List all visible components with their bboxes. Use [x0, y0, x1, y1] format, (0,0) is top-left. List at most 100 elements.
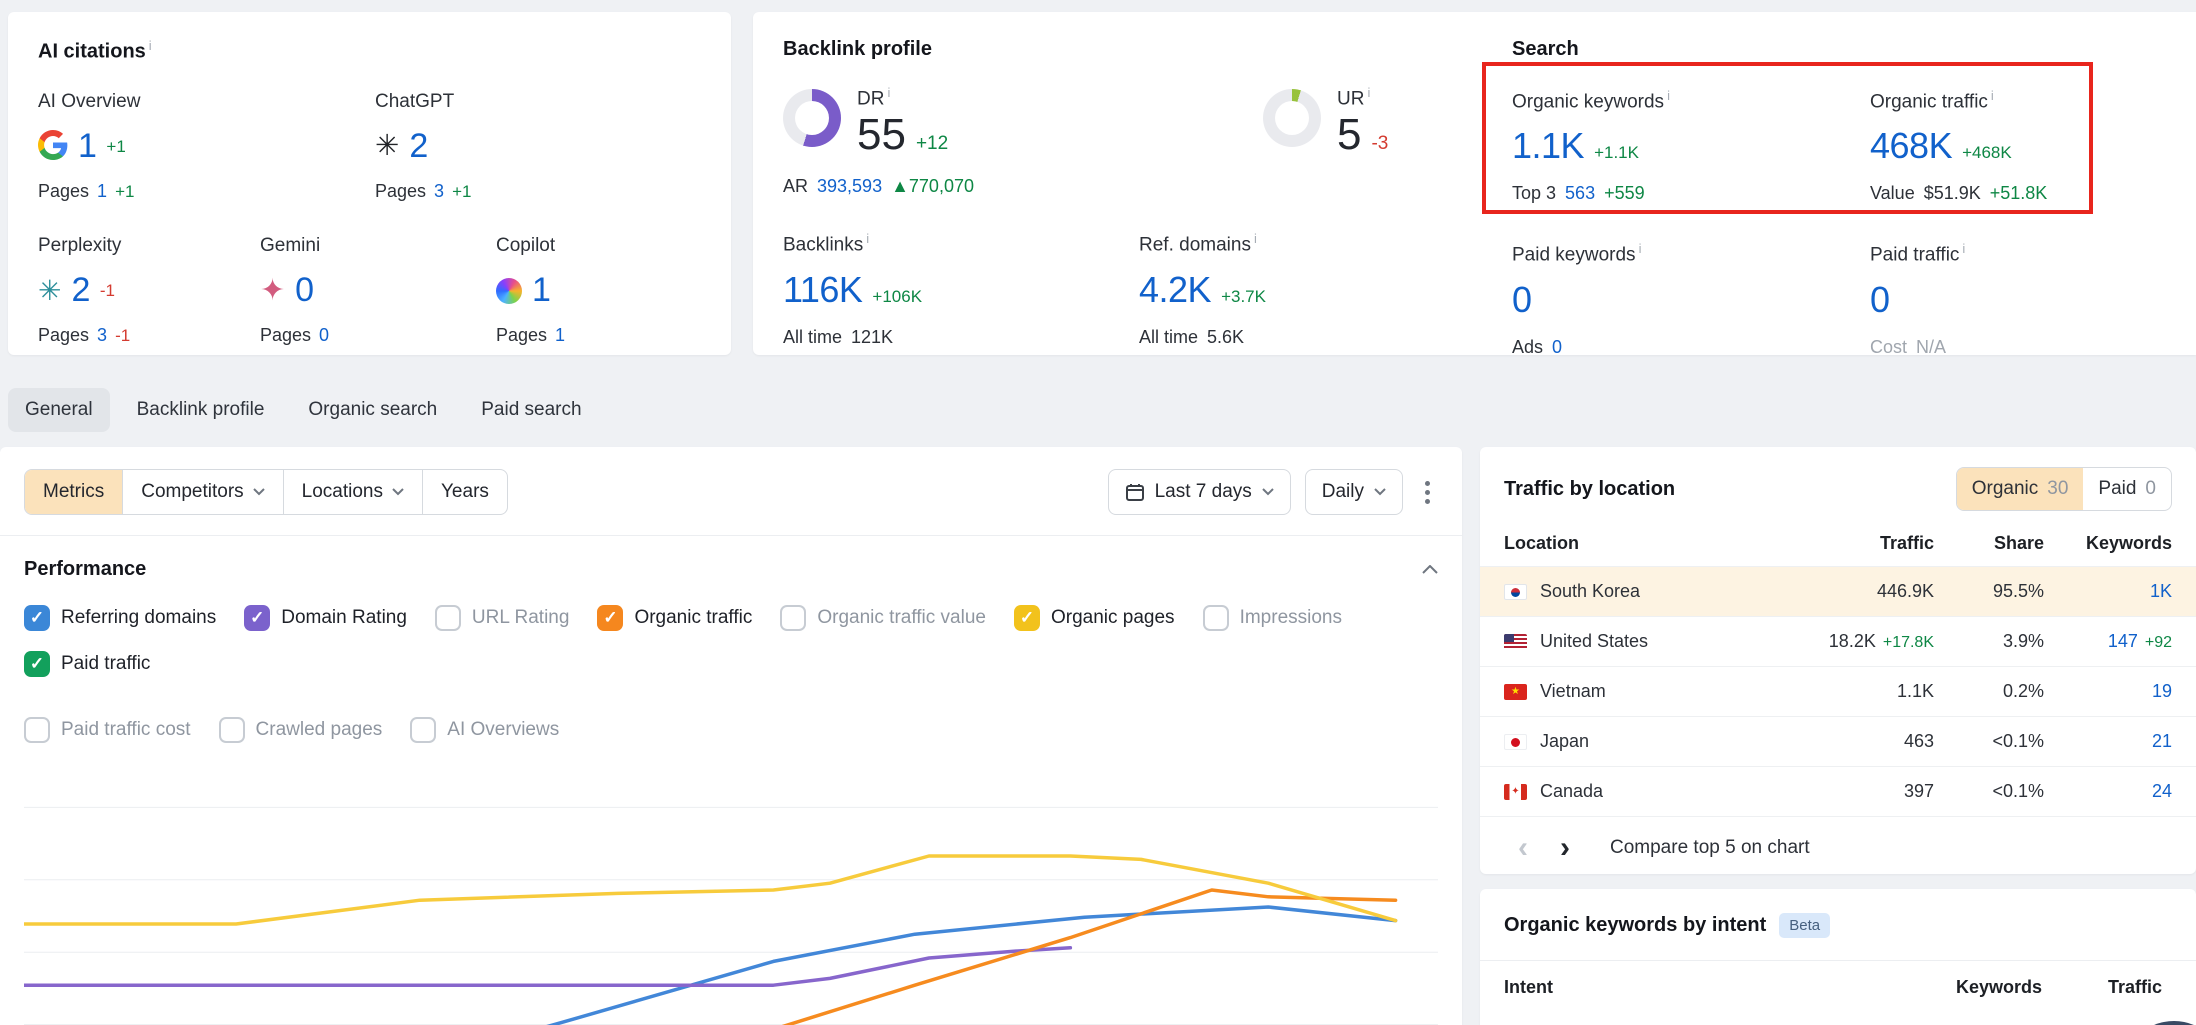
info-icon[interactable]: i: [1991, 88, 1994, 103]
organic-keywords-value[interactable]: 1.1K: [1512, 125, 1584, 167]
checkbox-icon: [24, 651, 50, 677]
performance-line-chart[interactable]: [24, 771, 1438, 1025]
compare-top5-link[interactable]: Compare top 5 on chart: [1610, 837, 1810, 859]
tab-backlink-profile[interactable]: Backlink profile: [120, 388, 282, 432]
checkbox-crawled-pages[interactable]: Crawled pages: [219, 717, 383, 743]
traffic-by-location-title: Traffic by location: [1504, 478, 1675, 501]
keywords-link[interactable]: 21: [2152, 731, 2172, 751]
backlinks-value[interactable]: 116K: [783, 269, 862, 311]
ahrefs-rank-value[interactable]: 393,593: [817, 176, 882, 197]
flag-canada-icon: [1504, 784, 1527, 800]
intent-table-header: Intent Keywords Traffic: [1504, 961, 2172, 998]
ads-value[interactable]: 0: [1552, 337, 1562, 358]
ref-domains-delta: +3.7K: [1221, 287, 1266, 307]
pages-count[interactable]: 1: [555, 325, 565, 346]
chart-toolbar: Metrics Competitors Locations Years Last…: [24, 469, 1438, 515]
checkbox-icon: [597, 605, 623, 631]
toolbar-divider: [0, 535, 1462, 536]
prev-page-icon[interactable]: ‹: [1504, 833, 1542, 863]
copilot-count[interactable]: 1: [532, 271, 550, 310]
info-icon[interactable]: i: [1962, 241, 1965, 256]
perplexity-delta: -1: [100, 281, 115, 301]
granularity-select[interactable]: Daily: [1305, 469, 1403, 515]
next-page-icon[interactable]: ›: [1546, 833, 1584, 863]
checkbox-impressions[interactable]: Impressions: [1203, 605, 1342, 631]
gemini-count[interactable]: 0: [295, 271, 313, 310]
backlink-profile-title: Backlink profile: [783, 38, 1452, 61]
table-row-vietnam[interactable]: Vietnam 1.1K 0.2% 19: [1480, 666, 2196, 716]
tab-general[interactable]: General: [8, 388, 110, 432]
checkbox-domain-rating[interactable]: Domain Rating: [244, 605, 407, 631]
info-icon[interactable]: i: [1639, 241, 1642, 256]
flag-vietnam-icon: [1504, 684, 1527, 700]
chatgpt-count[interactable]: 2: [409, 127, 427, 166]
collapse-chevron-icon[interactable]: [1422, 561, 1438, 579]
ai-engines-row-1: AI Overview 1 +1 Pages1+1 ChatGPT ✳ 2 Pa…: [38, 91, 701, 202]
dr-value: 55: [857, 110, 906, 160]
ai-overview-count[interactable]: 1: [78, 127, 96, 166]
checkbox-icon: [780, 605, 806, 631]
overview-tabs: General Backlink profile Organic search …: [8, 388, 2196, 432]
keywords-link[interactable]: 147: [2108, 631, 2138, 651]
info-icon[interactable]: i: [866, 231, 869, 246]
checkbox-icon: [1203, 605, 1229, 631]
checkbox-organic-traffic[interactable]: Organic traffic: [597, 605, 752, 631]
flag-united-states-icon: [1504, 634, 1527, 650]
engine-gemini: Gemini ✦ 0 Pages0: [260, 235, 496, 346]
checkbox-organic-pages[interactable]: Organic pages: [1014, 605, 1175, 631]
segment-years[interactable]: Years: [422, 470, 507, 514]
table-row-canada[interactable]: Canada 397 <0.1% 24: [1480, 766, 2196, 816]
info-icon[interactable]: i: [1667, 88, 1670, 103]
chat-widget-button[interactable]: [2122, 1021, 2196, 1025]
backlinks-delta: +106K: [872, 287, 922, 307]
perplexity-count[interactable]: 2: [71, 271, 89, 310]
checkbox-organic-traffic-value[interactable]: Organic traffic value: [780, 605, 986, 631]
pages-count[interactable]: 3: [434, 181, 444, 202]
info-icon[interactable]: i: [149, 38, 152, 53]
pages-count[interactable]: 3: [97, 325, 107, 346]
checkbox-referring-domains[interactable]: Referring domains: [24, 605, 216, 631]
toggle-paid[interactable]: Paid0: [2083, 468, 2171, 510]
organic-paid-toggle: Organic30 Paid0: [1956, 467, 2172, 511]
keywords-link[interactable]: 19: [2152, 681, 2172, 701]
table-row-united-states[interactable]: United States 18.2K+17.8K 3.9% 147+92: [1480, 616, 2196, 666]
keywords-link[interactable]: 1K: [2150, 581, 2172, 601]
top3-value[interactable]: 563: [1565, 183, 1595, 204]
checkbox-url-rating[interactable]: URL Rating: [435, 605, 570, 631]
chevron-down-icon: [1262, 488, 1274, 496]
ahrefs-rank-row: AR 393,593 ▲770,070: [783, 176, 1452, 197]
engine-chatgpt: ChatGPT ✳ 2 Pages3+1: [375, 91, 471, 202]
pages-count[interactable]: 0: [319, 325, 329, 346]
info-icon[interactable]: i: [1254, 231, 1257, 246]
keywords-link[interactable]: 24: [2152, 781, 2172, 801]
metric-checkbox-list: Referring domains Domain Rating URL Rati…: [24, 605, 1424, 743]
segment-competitors[interactable]: Competitors: [122, 470, 282, 514]
url-rating-block: URi 5 -3: [1263, 85, 1388, 160]
performance-title: Performance: [24, 558, 146, 581]
performance-card: Metrics Competitors Locations Years Last…: [0, 447, 1462, 1025]
info-icon[interactable]: i: [1367, 85, 1370, 100]
paid-traffic-value[interactable]: 0: [1870, 279, 1890, 321]
pages-count[interactable]: 1: [97, 181, 107, 202]
flag-south-korea-icon: [1504, 584, 1527, 600]
checkbox-paid-traffic[interactable]: Paid traffic: [24, 651, 150, 677]
organic-traffic-value[interactable]: 468K: [1870, 125, 1952, 167]
tab-organic-search[interactable]: Organic search: [291, 388, 454, 432]
toggle-organic[interactable]: Organic30: [1957, 468, 2084, 510]
more-options-kebab-icon[interactable]: [1417, 473, 1438, 512]
segment-locations[interactable]: Locations: [283, 470, 422, 514]
chart-line-organic-pages: [24, 856, 1396, 924]
checkbox-ai-overviews[interactable]: AI Overviews: [410, 717, 559, 743]
table-row-japan[interactable]: Japan 463 <0.1% 21: [1480, 716, 2196, 766]
checkbox-icon: [24, 605, 50, 631]
info-icon[interactable]: i: [887, 85, 890, 100]
tab-paid-search[interactable]: Paid search: [464, 388, 598, 432]
ur-value: 5: [1337, 110, 1361, 160]
checkbox-paid-traffic-cost[interactable]: Paid traffic cost: [24, 717, 191, 743]
date-range-picker[interactable]: Last 7 days: [1108, 469, 1291, 515]
paid-keywords-value[interactable]: 0: [1512, 279, 1532, 321]
ref-domains-value[interactable]: 4.2K: [1139, 269, 1211, 311]
segment-metrics[interactable]: Metrics: [25, 470, 122, 514]
table-row-south-korea[interactable]: South Korea 446.9K 95.5% 1K: [1480, 566, 2196, 616]
organic-keywords-block: Organic keywordsi 1.1K +1.1K Top 3563+55…: [1512, 88, 1870, 204]
